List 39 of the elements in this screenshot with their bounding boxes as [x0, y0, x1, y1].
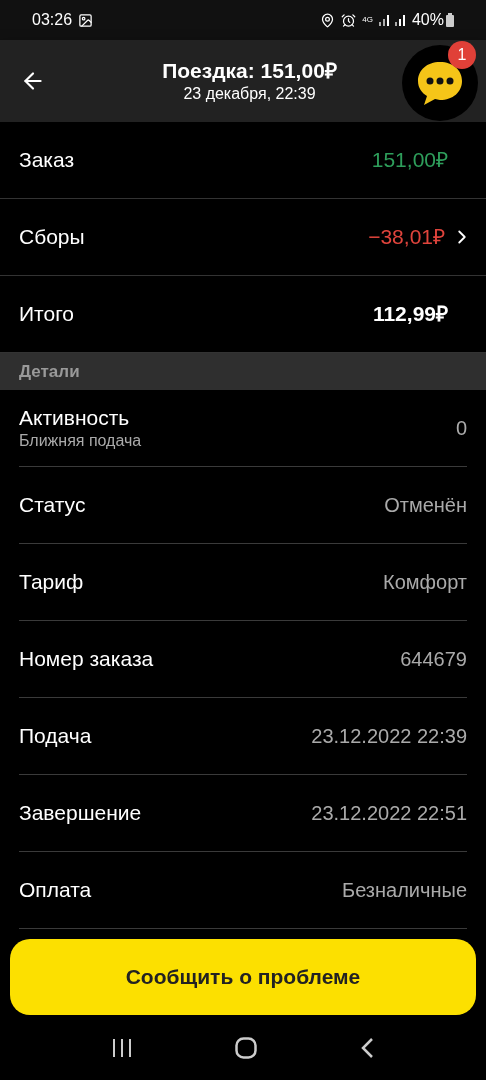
- row-value: −38,01₽: [368, 224, 445, 251]
- unread-badge: 1: [448, 41, 476, 69]
- report-problem-button[interactable]: Сообщить о проблеме: [10, 939, 476, 1015]
- trip-title: Поездка: 151,00₽: [162, 58, 337, 84]
- detail-value: 23.12.2022 22:51: [311, 801, 467, 826]
- network-type: 4G: [362, 16, 373, 24]
- detail-label: Тариф: [19, 569, 84, 595]
- detail-label: Статус: [19, 492, 86, 518]
- detail-label: Номер заказа: [19, 646, 154, 672]
- section-title: Детали: [19, 360, 80, 383]
- detail-value: Комфорт: [383, 570, 467, 595]
- row-label: Сборы: [19, 224, 85, 251]
- row-value: 151,00₽: [371, 147, 448, 174]
- summary-row[interactable]: Сборы −38,01₽: [0, 199, 486, 276]
- row-label: Заказ: [19, 147, 75, 174]
- battery-icon: [446, 13, 454, 27]
- signal-icon: [378, 14, 407, 26]
- detail-label: Подача: [19, 723, 92, 749]
- detail-label: Оплата: [19, 877, 92, 903]
- alarm-icon: [341, 12, 357, 28]
- back-icon[interactable]: [360, 1036, 375, 1059]
- gallery-icon: [78, 12, 94, 28]
- detail-value: Безналичные: [342, 878, 467, 903]
- detail-label: Активность: [19, 405, 131, 431]
- row-label: Итого: [19, 301, 75, 328]
- location-icon: [320, 12, 336, 28]
- home-icon[interactable]: [235, 1036, 257, 1059]
- recent-apps-icon[interactable]: [111, 1038, 132, 1057]
- status-time: 03:26: [32, 10, 73, 30]
- detail-value: Отменён: [384, 493, 467, 518]
- row-value: 112,99₽: [372, 301, 448, 328]
- battery-level: 40%: [411, 10, 444, 30]
- trip-date: 23 декабря, 22:39: [183, 84, 316, 104]
- detail-value: 0: [455, 416, 467, 441]
- detail-value: 23.12.2022 22:39: [311, 724, 467, 749]
- detail-label: Завершение: [19, 800, 142, 826]
- detail-sublabel: Ближняя подача: [19, 431, 142, 451]
- detail-value: 644679: [400, 647, 467, 672]
- chat-bubble-icon: [416, 60, 464, 106]
